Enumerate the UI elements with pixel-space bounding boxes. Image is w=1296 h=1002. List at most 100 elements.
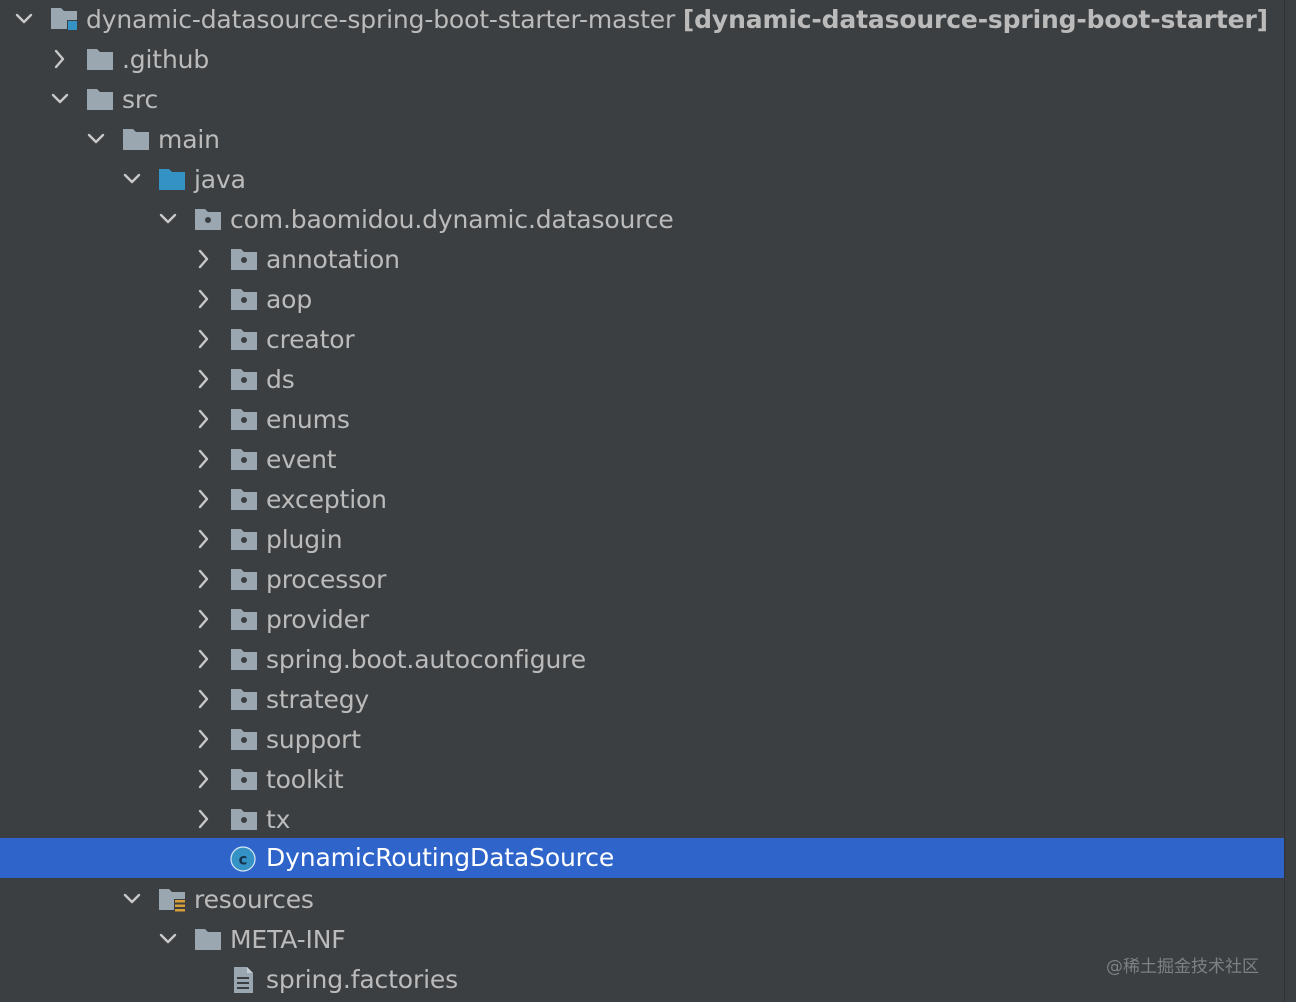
tree-row-package-strategy[interactable]: strategy bbox=[0, 680, 1284, 720]
tree-row-package-aop[interactable]: aop bbox=[0, 280, 1284, 320]
tree-row-package-plugin[interactable]: plugin bbox=[0, 520, 1284, 560]
chevron-down-icon[interactable] bbox=[45, 84, 75, 114]
chevron-down-icon[interactable] bbox=[117, 884, 147, 914]
tree-item-label: java bbox=[194, 165, 246, 194]
tree-item-label: main bbox=[158, 125, 220, 154]
tree-item-label: toolkit bbox=[266, 765, 344, 794]
tree-row-root-package[interactable]: com.baomidou.dynamic.datasource bbox=[0, 200, 1284, 240]
tree-row-package-tx[interactable]: tx bbox=[0, 800, 1284, 840]
package-icon bbox=[229, 565, 259, 595]
chevron-right-icon[interactable] bbox=[189, 524, 219, 554]
chevron-right-icon[interactable] bbox=[189, 244, 219, 274]
svg-text:c: c bbox=[239, 851, 248, 869]
tree-item-label: com.baomidou.dynamic.datasource bbox=[230, 205, 674, 234]
package-icon bbox=[229, 525, 259, 555]
chevron-right-icon[interactable] bbox=[189, 644, 219, 674]
source-root-folder-icon bbox=[157, 165, 187, 195]
package-icon bbox=[193, 205, 223, 235]
module-name: [dynamic-datasource-spring-boot-starter] bbox=[682, 5, 1268, 34]
chevron-down-icon[interactable] bbox=[153, 204, 183, 234]
tree-row-package-event[interactable]: event bbox=[0, 440, 1284, 480]
tree-row-package-exception[interactable]: exception bbox=[0, 480, 1284, 520]
package-icon bbox=[229, 285, 259, 315]
chevron-right-icon[interactable] bbox=[45, 44, 75, 74]
chevron-right-icon[interactable] bbox=[189, 564, 219, 594]
tree-row-main[interactable]: main bbox=[0, 120, 1284, 160]
tree-row-package-enums[interactable]: enums bbox=[0, 400, 1284, 440]
tree-item-label: plugin bbox=[266, 525, 343, 554]
tree-row-package-processor[interactable]: processor bbox=[0, 560, 1284, 600]
text-file-icon bbox=[229, 965, 259, 995]
chevron-right-icon[interactable] bbox=[189, 684, 219, 714]
chevron-down-icon[interactable] bbox=[81, 124, 111, 154]
tree-item-label: aop bbox=[266, 285, 313, 314]
tree-row-package-autoconfigure[interactable]: spring.boot.autoconfigure bbox=[0, 640, 1284, 680]
folder-icon bbox=[121, 125, 151, 155]
tree-row-meta-inf[interactable]: META-INF bbox=[0, 920, 1284, 960]
chevron-right-icon[interactable] bbox=[189, 804, 219, 834]
tree-item-label: tx bbox=[266, 805, 291, 834]
folder-icon bbox=[85, 45, 115, 75]
module-folder-icon bbox=[49, 3, 79, 33]
package-icon bbox=[229, 485, 259, 515]
chevron-right-icon[interactable] bbox=[189, 724, 219, 754]
chevron-right-icon[interactable] bbox=[189, 404, 219, 434]
tree-row-spring-factories[interactable]: spring.factories bbox=[0, 960, 1284, 1000]
tree-item-label: creator bbox=[266, 325, 355, 354]
package-icon bbox=[229, 245, 259, 275]
project-root-label: dynamic-datasource-spring-boot-starter-m… bbox=[86, 0, 1268, 40]
tree-item-label: provider bbox=[266, 605, 369, 634]
tree-item-label: ds bbox=[266, 365, 295, 394]
chevron-right-icon[interactable] bbox=[189, 604, 219, 634]
vertical-scrollbar[interactable] bbox=[1284, 0, 1296, 1002]
package-icon bbox=[229, 365, 259, 395]
tree-row-src[interactable]: src bbox=[0, 80, 1284, 120]
tree-item-label: resources bbox=[194, 885, 314, 914]
tree-row-package-annotation[interactable]: annotation bbox=[0, 240, 1284, 280]
tree-item-label: annotation bbox=[266, 245, 400, 274]
java-class-icon: c bbox=[229, 844, 259, 874]
tree-row-package-ds[interactable]: ds bbox=[0, 360, 1284, 400]
tree-row-java[interactable]: java bbox=[0, 160, 1284, 200]
chevron-down-icon[interactable] bbox=[9, 4, 39, 34]
tree-item-label: src bbox=[122, 85, 159, 114]
tree-row-project-root[interactable]: dynamic-datasource-spring-boot-starter-m… bbox=[0, 0, 1284, 40]
tree-item-label: spring.boot.autoconfigure bbox=[266, 645, 586, 674]
chevron-right-icon[interactable] bbox=[189, 764, 219, 794]
chevron-down-icon[interactable] bbox=[117, 164, 147, 194]
folder-icon bbox=[85, 85, 115, 115]
package-icon bbox=[229, 405, 259, 435]
tree-item-label: strategy bbox=[266, 685, 370, 714]
tree-row-github[interactable]: .github bbox=[0, 40, 1284, 80]
tree-row-class-dynamic-routing-datasource[interactable]: c DynamicRoutingDataSource bbox=[0, 838, 1284, 878]
tree-row-package-support[interactable]: support bbox=[0, 720, 1284, 760]
tree-item-label: enums bbox=[266, 405, 350, 434]
tree-row-package-creator[interactable]: creator bbox=[0, 320, 1284, 360]
tree-item-label: exception bbox=[266, 485, 387, 514]
tree-item-label: META-INF bbox=[230, 925, 346, 954]
chevron-right-icon[interactable] bbox=[189, 284, 219, 314]
project-tree: dynamic-datasource-spring-boot-starter-m… bbox=[0, 0, 1284, 1002]
folder-icon bbox=[193, 925, 223, 955]
chevron-right-icon[interactable] bbox=[189, 324, 219, 354]
tree-item-label: processor bbox=[266, 565, 387, 594]
tree-item-label: DynamicRoutingDataSource bbox=[266, 843, 615, 872]
watermark: @稀土掘金技术社区 bbox=[1106, 957, 1259, 977]
tree-row-package-toolkit[interactable]: toolkit bbox=[0, 760, 1284, 800]
package-icon bbox=[229, 765, 259, 795]
tree-item-label: .github bbox=[122, 45, 210, 74]
package-icon bbox=[229, 725, 259, 755]
project-name: dynamic-datasource-spring-boot-starter-m… bbox=[86, 5, 676, 34]
chevron-down-icon[interactable] bbox=[153, 924, 183, 954]
package-icon bbox=[229, 605, 259, 635]
tree-row-resources[interactable]: resources bbox=[0, 880, 1284, 920]
chevron-right-icon[interactable] bbox=[189, 444, 219, 474]
tree-item-label: support bbox=[266, 725, 361, 754]
package-icon bbox=[229, 645, 259, 675]
tree-row-package-provider[interactable]: provider bbox=[0, 600, 1284, 640]
chevron-right-icon[interactable] bbox=[189, 364, 219, 394]
tree-item-label: event bbox=[266, 445, 337, 474]
resources-folder-icon bbox=[157, 885, 187, 915]
package-icon bbox=[229, 805, 259, 835]
chevron-right-icon[interactable] bbox=[189, 484, 219, 514]
